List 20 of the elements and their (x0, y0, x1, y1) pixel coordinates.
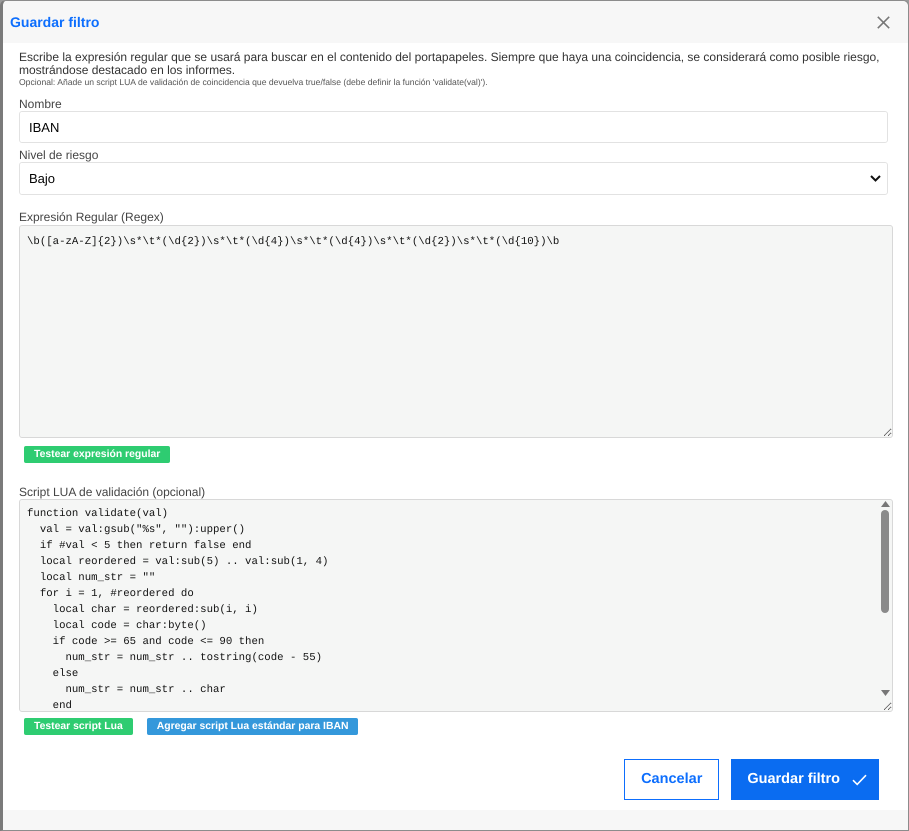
field-label: Expresión Regular (Regex) (19, 211, 165, 224)
select-field[interactable]: Bajo (19, 162, 888, 195)
checkmark-icon (852, 774, 867, 786)
scrollbar-thumb[interactable] (881, 510, 889, 613)
text-input-field[interactable]: IBAN (19, 111, 888, 143)
save-button[interactable]: Guardar filtro (731, 759, 879, 800)
close-icon[interactable] (877, 16, 890, 28)
field-label: Script LUA de validación (opcional) (19, 486, 206, 499)
chevron-down-icon (870, 175, 881, 182)
scroll-down-arrow-icon[interactable] (880, 690, 890, 696)
small-action-button[interactable]: Agregar script Lua estándar para IBAN (146, 718, 358, 735)
dialog-title: Guardar filtro (10, 14, 100, 30)
field-label: Nivel de riesgo (19, 149, 100, 162)
description-text: Escribe la expresión regular que se usará para buscar en el contenido del portapapeles. Siempre que haya una coincidencia, se considerará como posible riesgo, mostrándose destacado en los informes. (19, 51, 881, 77)
cancel-button[interactable]: Cancelar (624, 759, 720, 800)
note-text: Opcional: Añade un script LUA de validación de coincidencia que devuelva true/false (debe definir la función 'validate(val)'). (19, 77, 489, 88)
code-text-area[interactable]: \b([a-zA-Z]{2})\s*\t*(\d{2})\s*\t*(\d{4})\s*\t*(\d{4})\s*\t*(\d{2})\s*\t*(\d{10})\b (19, 225, 893, 438)
code-text-area[interactable]: function validate(val) val = val:gsub("%s", ""):upper() if #val < 5 then return false end local reordered = val:sub(5) .. val:sub(1, 4) local num_str = "" for i = 1, #reordered do local char = reordered:sub(i, i) local code = char:byte() if code >= 65 and code <= 90 then num_str = num_str .. tostring(code - 55) else num_str = num_str .. char end (19, 499, 893, 712)
field-label: Nombre (19, 98, 63, 111)
scroll-up-arrow-icon[interactable] (880, 501, 890, 507)
